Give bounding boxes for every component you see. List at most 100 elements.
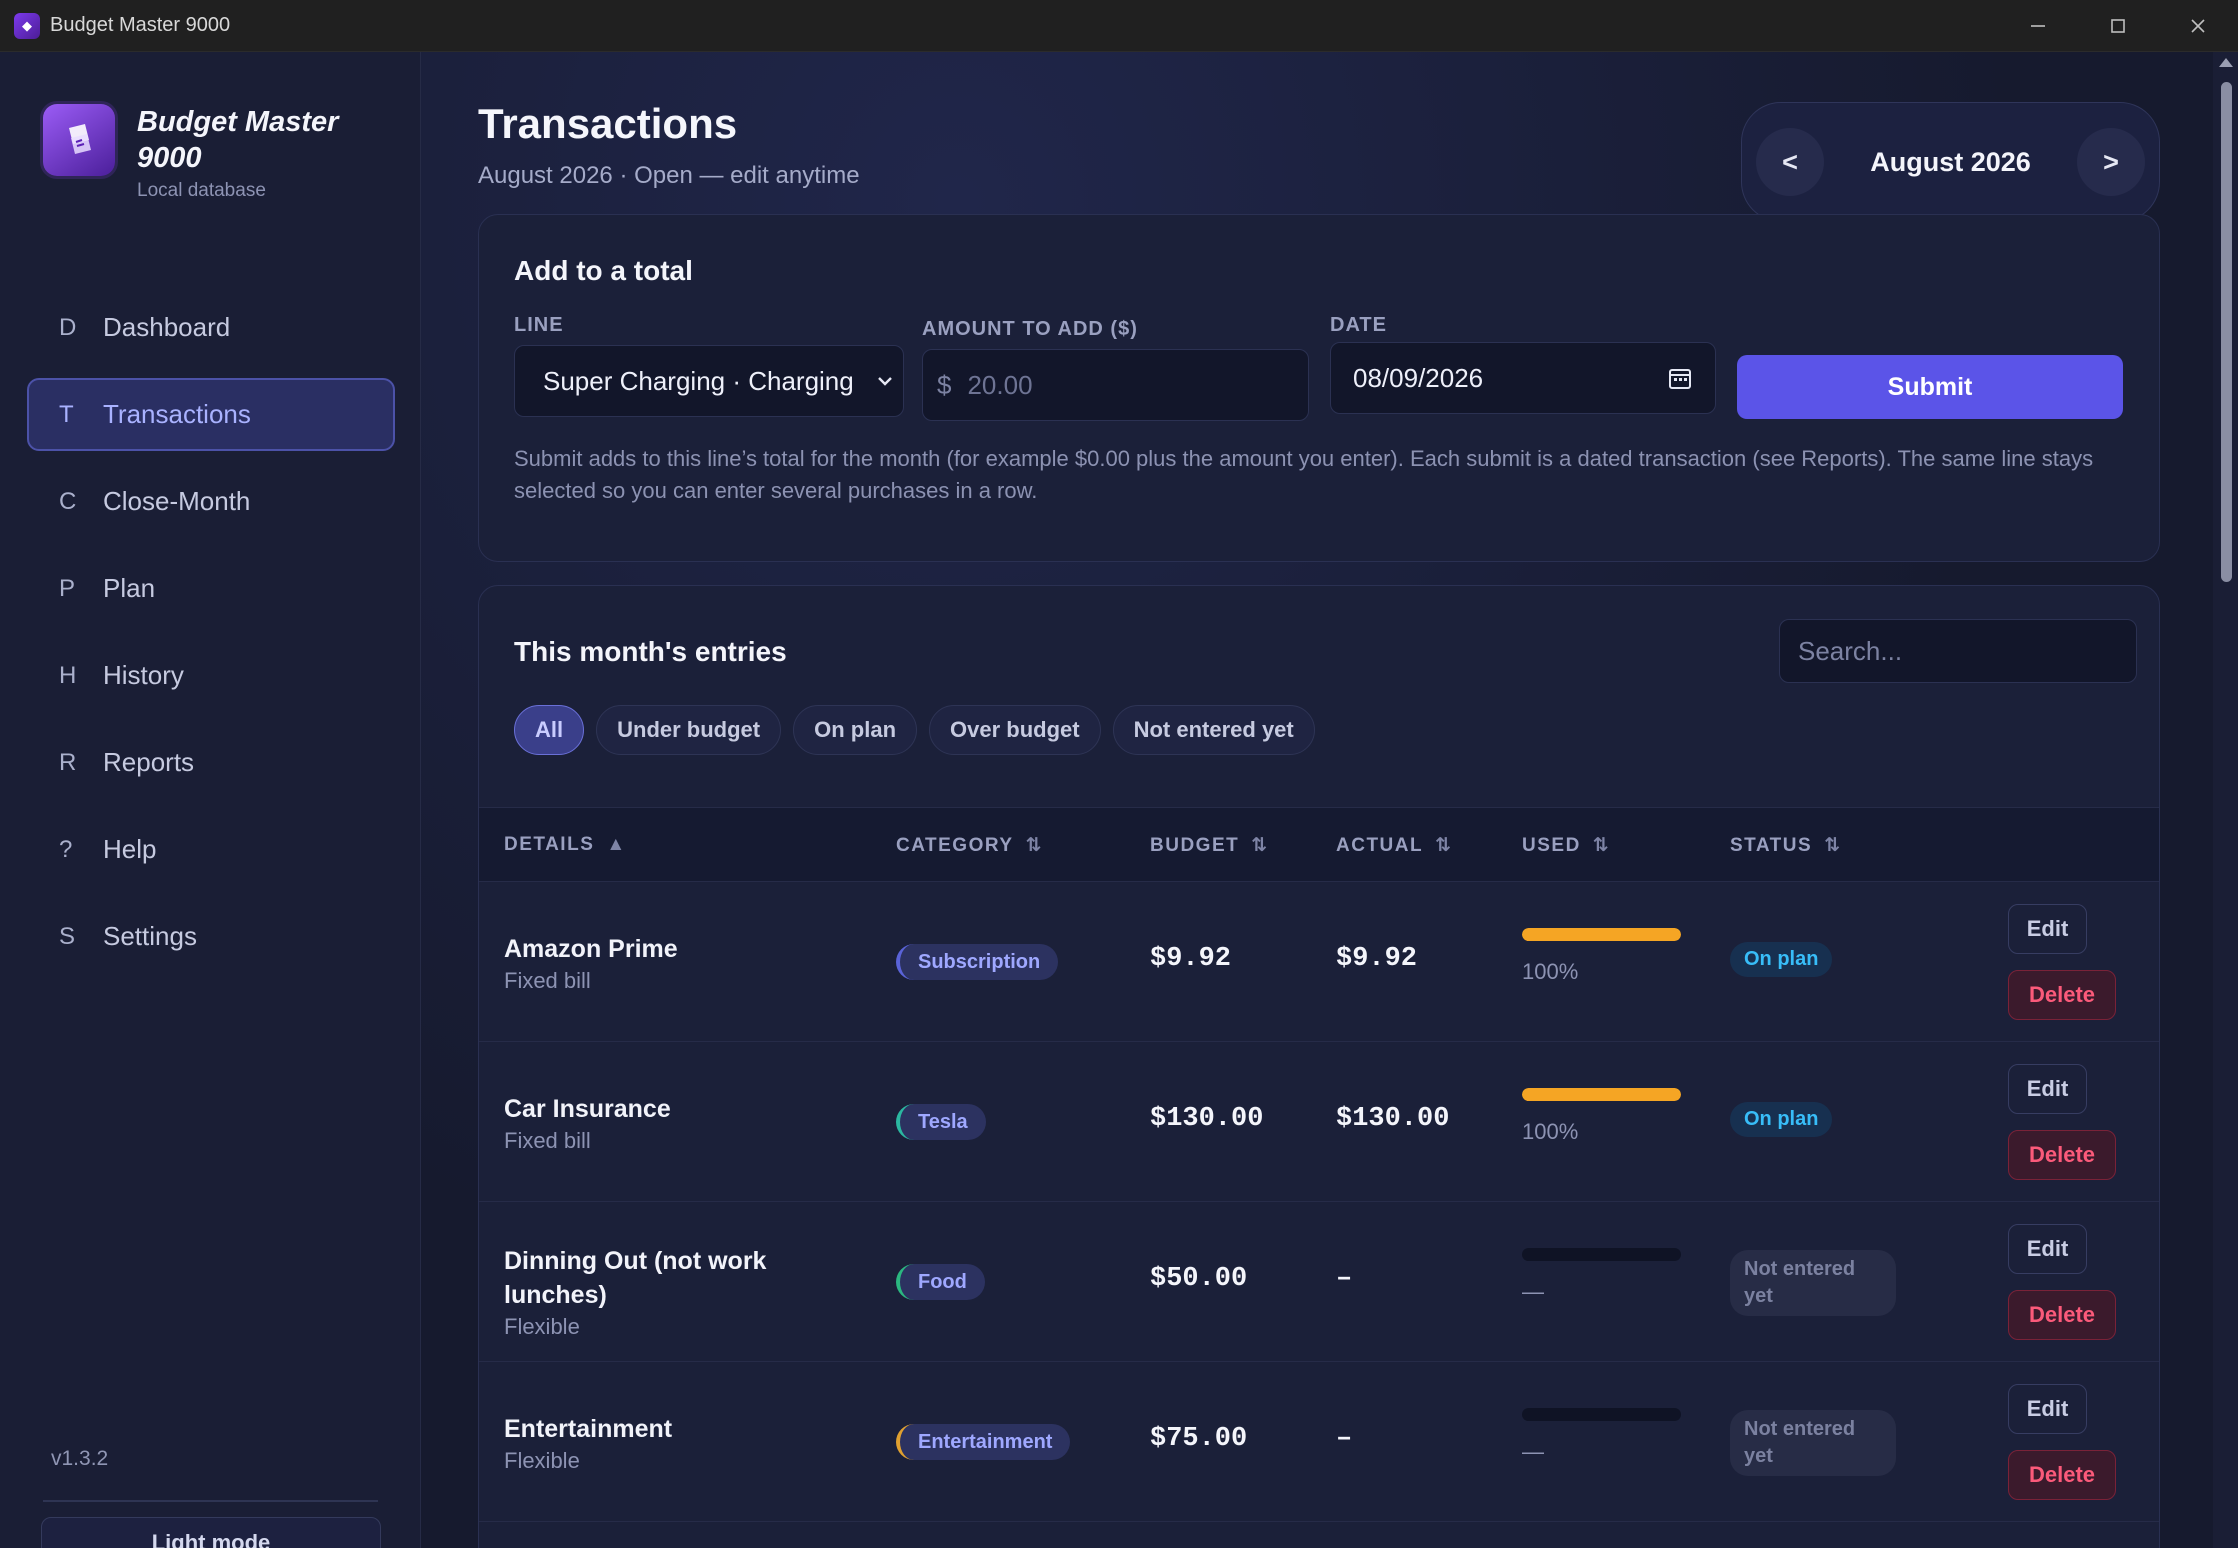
actual-value: – xyxy=(1336,1264,1353,1294)
edit-button[interactable]: Edit xyxy=(2008,1224,2087,1274)
maximize-icon xyxy=(2111,19,2125,33)
date-value: 08/09/2026 xyxy=(1353,362,1484,393)
scroll-up-icon[interactable] xyxy=(2219,58,2233,67)
category-badge: Entertainment xyxy=(896,1424,1071,1460)
filter-not-entered-yet[interactable]: Not entered yet xyxy=(1112,705,1315,755)
sidebar-item-label: Transactions xyxy=(103,399,251,429)
entry-name: Dinning Out (not work lunches) xyxy=(504,1247,767,1309)
column-budget[interactable]: BUDGET ⇅ xyxy=(1150,834,1267,857)
column-category[interactable]: CATEGORY ⇅ xyxy=(896,834,1041,857)
table-row: Amazon Prime Fixed bill Subscription $9.92 $… xyxy=(479,882,2159,1042)
app-version: v1.3.2 xyxy=(51,1447,109,1470)
page-scrollbar[interactable] xyxy=(2213,52,2238,1548)
entries-card: This month's entries Search... All Under … xyxy=(478,585,2160,1548)
category-badge: Food xyxy=(896,1264,985,1300)
column-used[interactable]: USED ⇅ xyxy=(1522,834,1609,857)
sidebar-item-history[interactable]: H History xyxy=(27,639,395,712)
sidebar-item-label: Help xyxy=(103,834,157,864)
sidebar-item-close-month[interactable]: C Close-Month xyxy=(27,465,395,538)
brand-name: Budget Master 9000 xyxy=(137,106,339,174)
maximize-button[interactable] xyxy=(2078,0,2158,52)
sidebar-item-help[interactable]: ? Help xyxy=(27,813,395,886)
budget-value: $9.92 xyxy=(1150,944,1232,974)
sidebar-item-label: Settings xyxy=(103,921,197,951)
calendar-icon[interactable] xyxy=(1667,365,1693,391)
sidebar-item-label: Close-Month xyxy=(103,486,251,516)
prev-month-button[interactable]: < xyxy=(1756,128,1824,196)
filter-under-budget[interactable]: Under budget xyxy=(596,705,782,755)
current-month-label: August 2026 xyxy=(1870,146,2031,177)
date-input[interactable]: 08/09/2026 xyxy=(1330,342,1716,414)
category-badge: Tesla xyxy=(896,1104,986,1140)
window-titlebar: ◆ Budget Master 9000 xyxy=(0,0,2238,52)
scroll-thumb[interactable] xyxy=(2221,82,2232,582)
search-input[interactable]: Search... xyxy=(1779,619,2137,683)
budget-value: $50.00 xyxy=(1150,1264,1248,1294)
nav-letter-icon: ? xyxy=(59,835,73,863)
sidebar-item-label: Reports xyxy=(103,747,195,777)
sidebar-item-dashboard[interactable]: D Dashboard xyxy=(27,291,395,364)
sort-icon: ⇅ xyxy=(1592,835,1609,856)
sidebar: Budget Master 9000 Local database D Dashb… xyxy=(0,52,421,1548)
entry-name: Amazon Prime xyxy=(504,935,678,963)
table-row: Dinning Out (not work lunches) Flexible Fo… xyxy=(479,1202,2159,1362)
light-mode-button[interactable]: Light mode xyxy=(41,1517,381,1548)
line-select[interactable]: Super Charging · Charging xyxy=(514,345,904,417)
date-label: DATE xyxy=(1330,314,1387,336)
filter-chips: All Under budget On plan Over budget Not ent… xyxy=(514,705,1327,755)
entry-name: Entertainment xyxy=(504,1415,673,1443)
page-subtitle: August 2026 · Open — edit anytime xyxy=(478,162,860,189)
status-badge: On plan xyxy=(1730,942,1833,977)
sort-icon: ⇅ xyxy=(1251,835,1268,856)
page-title: Transactions xyxy=(478,100,738,147)
edit-button[interactable]: Edit xyxy=(2008,1384,2087,1434)
entry-type: Fixed bill xyxy=(504,968,591,993)
table-row: Car Insurance Fixed bill Tesla $130.00 $130.… xyxy=(479,1042,2159,1202)
edit-button[interactable]: Edit xyxy=(2008,1064,2087,1114)
status-badge: Not entered yet xyxy=(1730,1250,1896,1316)
add-card-title: Add to a total xyxy=(514,255,693,286)
filter-all[interactable]: All xyxy=(514,705,585,755)
used-progress-bar xyxy=(1522,1088,1681,1101)
close-window-button[interactable] xyxy=(2158,0,2238,52)
column-actual[interactable]: ACTUAL ⇅ xyxy=(1336,834,1451,857)
next-month-button[interactable]: > xyxy=(2077,128,2145,196)
sidebar-item-reports[interactable]: R Reports xyxy=(27,726,395,799)
sidebar-item-settings[interactable]: S Settings xyxy=(27,900,395,973)
sort-asc-icon: ▲ xyxy=(606,834,626,855)
line-label: LINE xyxy=(514,314,564,336)
table-row: Entertainment Flexible Entertainment $75.00… xyxy=(479,1362,2159,1522)
minimize-button[interactable] xyxy=(1998,0,2078,52)
line-select-value: Super Charging · Charging xyxy=(543,365,854,396)
status-badge: On plan xyxy=(1730,1102,1833,1137)
close-icon xyxy=(2191,19,2205,33)
submit-button[interactable]: Submit xyxy=(1737,355,2123,419)
nav-letter-icon: D xyxy=(59,313,77,341)
column-details[interactable]: DETAILS ▲ xyxy=(504,834,625,856)
filter-on-plan[interactable]: On plan xyxy=(793,705,918,755)
column-status[interactable]: STATUS ⇅ xyxy=(1730,834,1840,857)
nav-letter-icon: T xyxy=(59,400,74,428)
filter-over-budget[interactable]: Over budget xyxy=(929,705,1101,755)
currency-prefix: $ xyxy=(937,369,952,400)
sidebar-item-plan[interactable]: P Plan xyxy=(27,552,395,625)
used-percent: 100% xyxy=(1522,959,1579,984)
sidebar-item-label: History xyxy=(103,660,184,690)
delete-button[interactable]: Delete xyxy=(2008,1290,2116,1340)
delete-button[interactable]: Delete xyxy=(2008,970,2116,1020)
sidebar-item-label: Dashboard xyxy=(103,312,231,342)
brand: Budget Master 9000 Local database xyxy=(43,104,357,202)
entry-name: Car Insurance xyxy=(504,1095,671,1123)
brand-subtitle: Local database xyxy=(137,180,266,201)
sidebar-divider xyxy=(43,1500,378,1502)
sort-icon: ⇅ xyxy=(1435,835,1452,856)
delete-button[interactable]: Delete xyxy=(2008,1130,2116,1180)
used-percent: — xyxy=(1522,1279,1544,1304)
edit-button[interactable]: Edit xyxy=(2008,904,2087,954)
sidebar-item-transactions[interactable]: T Transactions xyxy=(27,378,395,451)
delete-button[interactable]: Delete xyxy=(2008,1450,2116,1500)
sidebar-nav: D Dashboard T Transactions C Close-Month P Plan… xyxy=(27,291,395,987)
nav-letter-icon: R xyxy=(59,748,77,776)
budget-value: $130.00 xyxy=(1150,1104,1264,1134)
amount-input[interactable]: $ 20.00 xyxy=(922,349,1309,421)
